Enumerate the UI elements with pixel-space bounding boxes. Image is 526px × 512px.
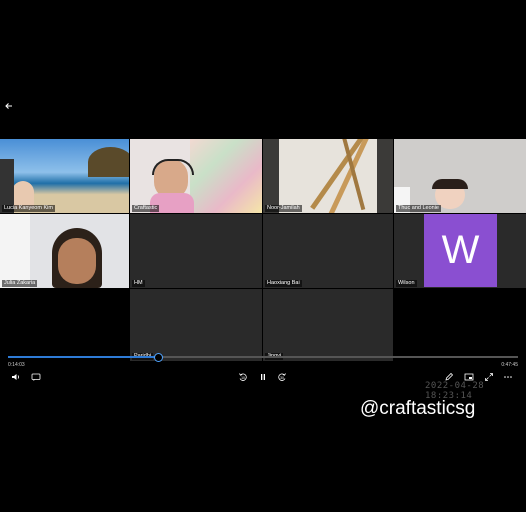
captions-icon[interactable] [31, 372, 41, 382]
video-tile-thuc-leonie[interactable]: Thuc and Leonie [394, 139, 526, 213]
video-tile-lucia[interactable]: Lucia Kanyeom Kim [0, 139, 129, 213]
total-time: 0:47:45 [501, 362, 518, 368]
participant-name: Craftastic [132, 205, 160, 212]
participant-name: Noor-Jamilah [265, 205, 302, 212]
video-tile-noor-jamilah[interactable]: Noor-Jamilah [263, 139, 393, 213]
participant-name: Lucia Kanyeom Kim [2, 205, 55, 212]
back-arrow-icon[interactable] [3, 100, 15, 112]
video-tile-haoxiang-bai[interactable]: Haoxiang Bai [263, 214, 393, 288]
forward-label: 30 [280, 376, 284, 380]
volume-icon[interactable] [11, 372, 21, 382]
forward-30-icon[interactable]: 30 [277, 372, 287, 382]
watermark-handle: @craftasticsg [360, 398, 476, 419]
wilson-avatar: W [424, 214, 497, 287]
participant-name: Julia Zakaria [2, 280, 38, 287]
participant-name: Wilson [396, 280, 417, 287]
pause-icon[interactable] [258, 372, 268, 382]
progress-knob[interactable] [153, 353, 163, 362]
participant-name: Thuc and Leonie [396, 205, 441, 212]
rewind-label: 10 [241, 376, 245, 380]
progress-fill [8, 356, 158, 358]
video-tile-julia-zakaria[interactable]: Julia Zakaria [0, 214, 129, 288]
participant-name: HM [132, 280, 145, 287]
video-tile-hm[interactable]: HM [130, 214, 262, 288]
current-time: 0:14:03 [8, 362, 25, 368]
rewind-10-icon[interactable]: 10 [238, 372, 248, 382]
video-tile-craftastic[interactable]: Craftastic [130, 139, 262, 213]
participant-name: Haoxiang Bai [265, 280, 302, 287]
progress-track[interactable] [8, 356, 518, 358]
